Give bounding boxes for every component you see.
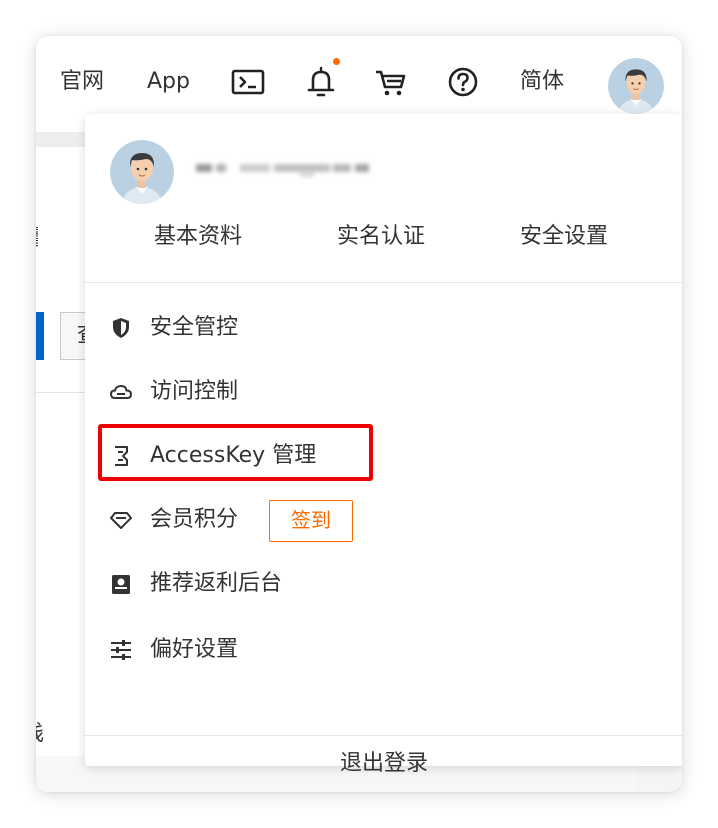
rebate-icon	[109, 572, 133, 596]
menu-item-access-control[interactable]: 访问控制	[109, 370, 629, 414]
divider	[85, 282, 682, 283]
menu-item-accesskey-management[interactable]: AccessKey 管理	[109, 434, 629, 478]
check-in-button[interactable]: 签到	[269, 500, 353, 542]
app-window: 量 查 栈 官网 App	[36, 36, 682, 792]
logout-row: 退出登录	[85, 736, 682, 792]
sliders-icon	[109, 638, 133, 662]
real-name-auth-link[interactable]: 实名认证	[337, 222, 425, 252]
menu-item-member-points[interactable]: 会员积分	[109, 498, 629, 542]
shield-icon	[109, 316, 133, 340]
menu-item-referral-rebate[interactable]: 推荐返利后台	[109, 562, 629, 606]
app-link[interactable]: App	[147, 67, 190, 97]
menu-item-preferences[interactable]: 偏好设置	[109, 628, 629, 672]
key-icon	[109, 444, 133, 468]
help-icon[interactable]	[446, 66, 480, 98]
notification-dot	[333, 58, 340, 65]
terminal-icon[interactable]	[231, 66, 265, 98]
menu-item-security-control[interactable]: 安全管控	[109, 306, 629, 350]
redacted-account-name	[196, 158, 411, 178]
profile-avatar	[110, 140, 174, 204]
user-avatar[interactable]	[608, 58, 664, 114]
user-dropdown-menu: 基本资料 实名认证 安全设置 安全管控 访问控制 AccessKey 管理 会员…	[85, 114, 682, 776]
security-settings-link[interactable]: 安全设置	[520, 222, 608, 252]
background-primary-button[interactable]	[36, 312, 44, 360]
official-site-link[interactable]: 官网	[60, 67, 104, 97]
diamond-icon	[109, 508, 133, 532]
cart-icon[interactable]	[374, 66, 408, 98]
logout-button[interactable]: 退出登录	[85, 736, 682, 792]
cloud-icon	[109, 380, 133, 404]
background-text-fragment: 量	[36, 225, 38, 253]
background-text-fragment-2: 栈	[36, 720, 46, 748]
bell-icon[interactable]	[304, 66, 338, 98]
language-switcher[interactable]: 简体	[520, 67, 564, 97]
basic-info-link[interactable]: 基本资料	[154, 222, 242, 252]
